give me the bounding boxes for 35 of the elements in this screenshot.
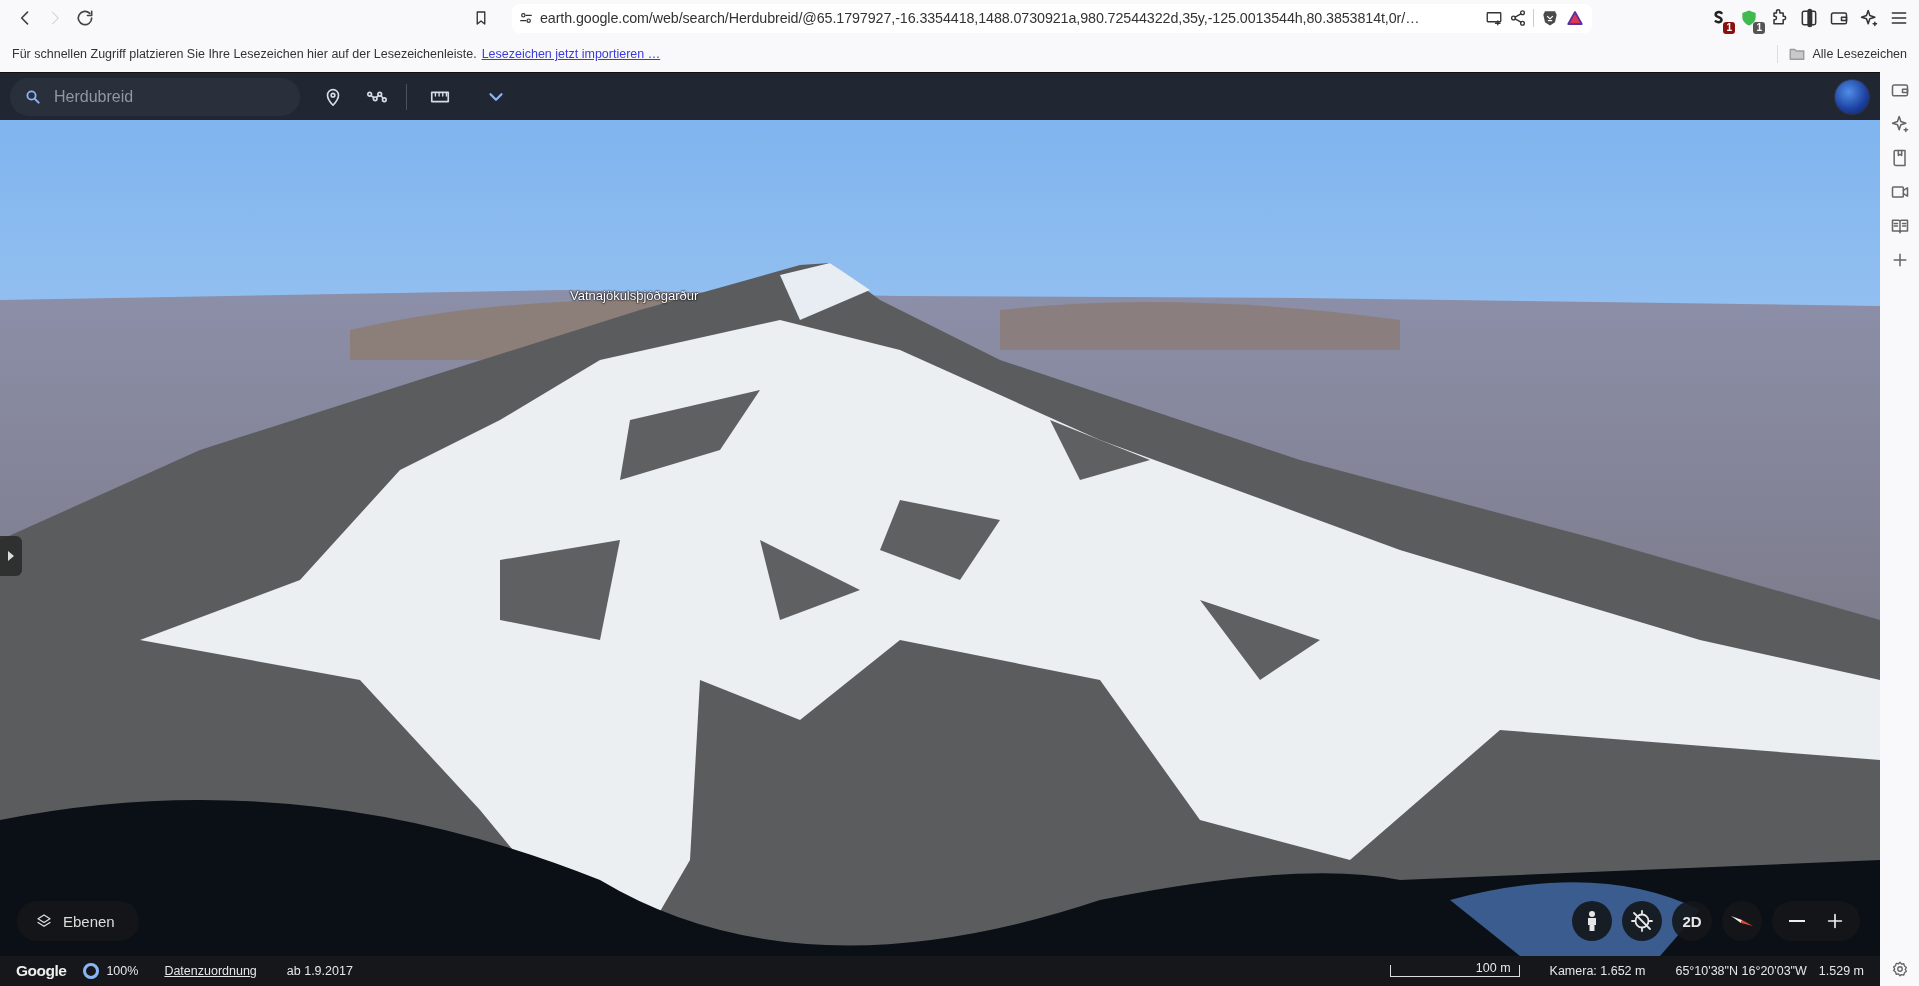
sidebar-toggle-icon[interactable] [1799,8,1819,28]
shield-extension-icon[interactable] [1739,8,1759,28]
share-icon[interactable] [1509,9,1527,27]
attribution-link[interactable]: Datenzuordnung [164,964,257,978]
search-field[interactable]: Herdubreid [10,77,300,116]
camera-altitude: Kamera: 1.652 m [1549,964,1646,978]
all-bookmarks-button[interactable]: Alle Lesezeichen [1777,45,1907,63]
logo: Google [16,962,67,980]
triangle-icon[interactable] [1566,9,1584,27]
extension-badge: 1 [1723,22,1735,34]
site-settings-icon[interactable] [518,10,534,26]
globe-avatar[interactable] [1834,78,1870,115]
reading-list-icon[interactable] [1889,216,1910,236]
loading-percentage: 100% [106,964,139,978]
bookmarks-hint: Für schnellen Zugriff platzieren Sie Ihre Lesezeichen hier auf der Lesezeichenleiste. [12,47,477,61]
layers-button[interactable]: Ebenen [17,901,139,941]
extension-badge: 1 [1753,22,1765,34]
loading-ring [82,962,101,980]
caret-right-icon [7,551,15,561]
imagery-date: ab 1.9.2017 [286,964,353,978]
settings-icon[interactable] [1890,960,1909,978]
sparkle-icon[interactable] [1859,8,1879,28]
import-bookmarks-link[interactable]: Lesezeichen jetzt importieren … [481,47,661,61]
search-icon [24,87,42,106]
elevation: 1.529 m [1818,964,1864,978]
compass-needle-icon [1730,914,1754,928]
location-off-icon [1630,909,1654,933]
scale-bar: 100 m [1389,965,1520,977]
coordinates: 65°10'38"N 16°20'03"W [1675,964,1807,978]
panel-toggle-button[interactable] [0,536,22,576]
sparkle-icon[interactable] [1889,114,1910,134]
reload-button[interactable] [75,8,95,28]
minus-icon [1789,920,1805,922]
cast-icon[interactable] [1485,9,1503,27]
layers-icon [35,912,53,930]
